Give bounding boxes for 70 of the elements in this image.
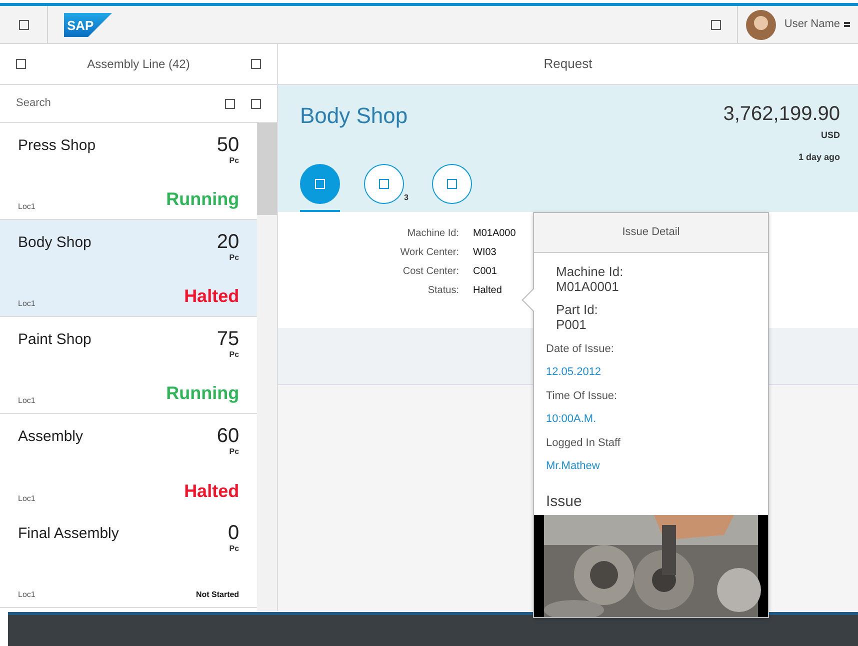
item-status: Running bbox=[166, 188, 240, 211]
timestamp: 1 day ago bbox=[798, 150, 840, 164]
item-title: Body Shop bbox=[18, 233, 92, 253]
item-location: Loc1 bbox=[18, 298, 36, 310]
item-location: Loc1 bbox=[18, 395, 36, 407]
avatar[interactable] bbox=[746, 10, 776, 40]
item-unit: Pc bbox=[228, 349, 240, 361]
detail-label: Part Id: bbox=[556, 302, 599, 318]
item-status: Halted bbox=[184, 285, 240, 308]
tab[interactable] bbox=[432, 164, 472, 204]
item-quantity: 60 bbox=[216, 426, 240, 446]
item-title: Assembly bbox=[18, 427, 84, 447]
item-quantity: 75 bbox=[216, 329, 240, 349]
field-label: Status: bbox=[426, 284, 459, 298]
detail-value: M01A0001 bbox=[556, 280, 620, 295]
tab[interactable] bbox=[364, 164, 404, 204]
search-field[interactable]: Search bbox=[16, 95, 225, 112]
field-value: WI03 bbox=[473, 246, 496, 260]
square-icon bbox=[315, 179, 325, 189]
field-label: Work Center: bbox=[399, 246, 459, 260]
detail-value: 10:00A.M. bbox=[546, 412, 598, 428]
user-name[interactable]: User Name bbox=[784, 16, 840, 33]
amount: 3,762,199.90 bbox=[723, 102, 840, 127]
detail-value: P001 bbox=[556, 318, 588, 333]
field-value: M01A000 bbox=[473, 227, 516, 241]
square-icon[interactable] bbox=[225, 98, 235, 108]
scrollbar[interactable] bbox=[257, 123, 277, 611]
field-value: C001 bbox=[473, 265, 497, 279]
detail-value: Mr.Mathew bbox=[546, 459, 601, 474]
object-title: Body Shop bbox=[300, 102, 408, 130]
tab-count: 3 bbox=[404, 192, 408, 204]
item-location: Loc1 bbox=[18, 493, 36, 505]
field-value: Halted bbox=[473, 284, 502, 298]
item-unit: Pc bbox=[228, 543, 240, 555]
popover-title: Issue Detail bbox=[622, 225, 680, 240]
item-title: Final Assembly bbox=[18, 524, 119, 544]
item-quantity: 0 bbox=[228, 523, 240, 543]
list-item[interactable]: Assembly 60 Pc Loc1 Halted bbox=[0, 414, 258, 511]
list-title: Assembly Line (42) bbox=[86, 56, 191, 73]
tab[interactable] bbox=[300, 164, 340, 204]
detail-label: Date of Issue: bbox=[546, 342, 615, 357]
item-unit: Pc bbox=[228, 252, 240, 264]
detail-value: 12.05.2012 bbox=[546, 365, 602, 380]
item-status: Not Started bbox=[196, 589, 240, 601]
item-location: Loc1 bbox=[18, 201, 36, 213]
square-icon bbox=[379, 179, 389, 189]
item-status: Halted bbox=[184, 480, 240, 503]
logo: SAP bbox=[64, 12, 112, 36]
item-title: Press Shop bbox=[18, 136, 96, 156]
detail-label: Machine Id: bbox=[556, 265, 624, 280]
section-title: Issue bbox=[546, 492, 583, 512]
item-quantity: 50 bbox=[216, 135, 240, 155]
currency: USD bbox=[820, 129, 840, 142]
item-unit: Pc bbox=[228, 155, 240, 167]
detail-label: Logged In Staff bbox=[546, 436, 622, 451]
item-title: Paint Shop bbox=[18, 330, 92, 350]
square-icon[interactable] bbox=[251, 98, 261, 108]
square-icon bbox=[447, 179, 458, 189]
field-label: Cost Center: bbox=[402, 265, 459, 279]
item-location: Loc1 bbox=[18, 589, 36, 601]
field-label: Machine Id: bbox=[406, 227, 459, 241]
item-quantity: 20 bbox=[216, 232, 240, 252]
item-status: Running bbox=[166, 382, 240, 405]
square-icon[interactable] bbox=[16, 59, 26, 69]
item-unit: Pc bbox=[228, 446, 240, 458]
list-item[interactable]: Body Shop 20 Pc Loc1 Halted bbox=[0, 220, 258, 317]
page-title: Request bbox=[544, 55, 592, 74]
square-icon[interactable] bbox=[711, 20, 722, 30]
detail-label: Time Of Issue: bbox=[546, 388, 618, 404]
square-icon[interactable] bbox=[251, 59, 261, 69]
